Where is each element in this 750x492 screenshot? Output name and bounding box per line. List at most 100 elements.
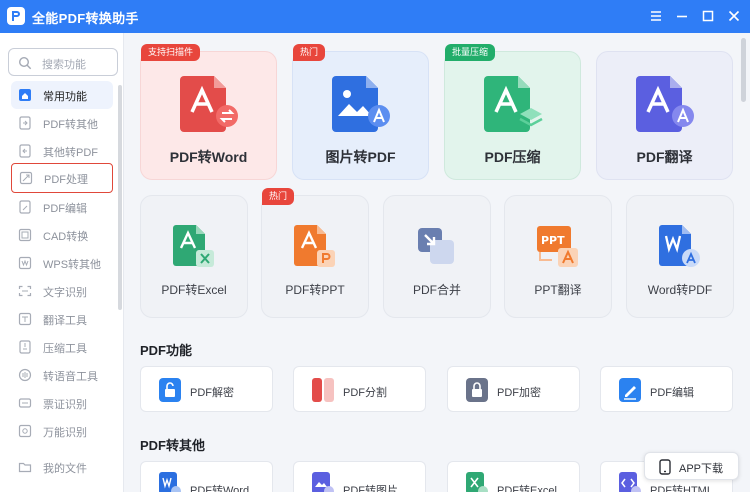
sidebar-item-label: 转语音工具 [43, 371, 98, 383]
title-bar: 全能PDF转换助手 [0, 0, 750, 33]
search-placeholder: 搜索功能 [42, 59, 86, 71]
tag-badge: 支持扫描件 [141, 44, 201, 61]
tag-badge: 热门 [293, 44, 326, 61]
card-label: PDF压缩 [484, 149, 541, 165]
sidebar-item-label: PDF编辑 [43, 203, 87, 215]
search-icon [18, 56, 32, 70]
section-title: PDF转其他 [140, 438, 206, 453]
card-pdf-merge[interactable]: PDF合并 [383, 195, 491, 318]
main-content: 支持扫描件 PDF转Word 热门 图片转PDF 批量压缩 PDF压缩 PDF翻… [125, 33, 750, 492]
pdf-excel-icon [466, 472, 488, 492]
sidebar-item-scan[interactable]: 万能识别 [11, 417, 113, 445]
translate-icon [18, 312, 32, 326]
tool-pdf-to-excel[interactable]: PDF转Excel [447, 461, 580, 492]
card-word-to-pdf[interactable]: Word转PDF [626, 195, 734, 318]
sidebar-item-label: 万能识别 [43, 427, 87, 439]
pdf-html-icon [619, 472, 641, 492]
card-pdf-to-word[interactable]: 支持扫描件 PDF转Word [140, 44, 277, 180]
sidebar-item-pdf-process[interactable]: PDF处理 [11, 163, 113, 193]
word-to-pdf-icon [659, 225, 700, 267]
sidebar-item-label: 票证识别 [43, 399, 87, 411]
tool-label: PDF分割 [343, 387, 387, 399]
pdf-process-icon [19, 171, 33, 185]
tool-label: PDF加密 [497, 387, 541, 399]
tag-badge: 热门 [262, 188, 295, 205]
tool-label: PDF转Excel [497, 485, 557, 492]
card-label: PDF合并 [412, 283, 461, 297]
tag-badge: 批量压缩 [445, 44, 496, 61]
card-label: PDF转Excel [161, 283, 227, 297]
pdf-image-icon [312, 472, 334, 492]
sidebar-item-pdf-to-other[interactable]: PDF转其他 [11, 109, 113, 137]
pdf-to-ppt-icon [294, 225, 335, 267]
wps-icon [18, 256, 32, 270]
tool-pdf-edit[interactable]: PDF编辑 [600, 366, 733, 412]
sidebar-item-other-to-pdf[interactable]: 其他转PDF [11, 137, 113, 165]
tool-label: PDF转HTML [650, 485, 713, 492]
close-icon[interactable] [724, 6, 744, 26]
sidebar-item-pdf-edit[interactable]: PDF编辑 [11, 193, 113, 221]
sidebar-item-voice[interactable]: 转语音工具 [11, 361, 113, 389]
card-label: 图片转PDF [325, 149, 396, 165]
tool-pdf-encrypt[interactable]: PDF加密 [447, 366, 580, 412]
sidebar-item-label: PDF转其他 [43, 119, 98, 131]
tool-pdf-to-image[interactable]: PDF转图片 [293, 461, 426, 492]
sidebar-item-label: CAD转换 [43, 231, 89, 243]
card-image-to-pdf[interactable]: 热门 图片转PDF [292, 44, 429, 180]
folder-icon [18, 462, 32, 473]
pdf-compress-icon [484, 76, 543, 132]
sidebar-item-translate[interactable]: 翻译工具 [11, 305, 113, 333]
sidebar-item-label: 我的文件 [43, 463, 87, 475]
content-scrollbar[interactable] [741, 38, 746, 102]
sidebar-item-ticket[interactable]: 票证识别 [11, 389, 113, 417]
sidebar-item-cad[interactable]: CAD转换 [11, 221, 113, 249]
sidebar-item-label: 翻译工具 [43, 315, 87, 327]
minimize-icon[interactable] [672, 6, 692, 26]
tool-pdf-decrypt[interactable]: PDF解密 [140, 366, 273, 412]
app-download-button[interactable]: APP下载 [644, 452, 739, 480]
pdf-to-word-icon [180, 76, 238, 132]
search-input[interactable]: 搜索功能 [8, 48, 118, 76]
scan-icon [18, 424, 32, 438]
card-label: PDF转PPT [285, 283, 345, 297]
pdf-to-excel-icon [173, 225, 214, 267]
card-label: Word转PDF [647, 283, 713, 297]
ticket-icon [18, 398, 32, 408]
edit-icon [619, 378, 641, 402]
tool-label: PDF转Word [190, 485, 250, 492]
sidebar-item-wps[interactable]: WPS转其他 [11, 249, 113, 277]
sidebar-item-label: WPS转其他 [43, 259, 102, 271]
sidebar-item-common[interactable]: 常用功能 [11, 81, 113, 109]
tool-pdf-split[interactable]: PDF分割 [293, 366, 426, 412]
home-icon [19, 89, 31, 101]
tool-pdf-to-word[interactable]: PDF转Word [140, 461, 273, 492]
sidebar-item-label: 其他转PDF [43, 147, 98, 159]
unlock-icon [159, 378, 181, 402]
card-ppt-translate[interactable]: PPT PPT翻译 [504, 195, 612, 318]
tool-label: PDF解密 [190, 387, 234, 399]
pdf-merge-icon [418, 228, 454, 264]
lock-icon [466, 378, 488, 402]
maximize-icon[interactable] [698, 6, 718, 26]
app-download-label: APP下载 [679, 463, 724, 475]
sidebar: 搜索功能 常用功能 PDF转其他 其他转PDF PDF处理 PDF编辑 CAD转… [0, 33, 124, 492]
cad-icon [18, 228, 32, 242]
card-pdf-to-excel[interactable]: PDF转Excel [140, 195, 248, 318]
phone-icon [659, 459, 671, 475]
card-pdf-to-ppt[interactable]: 热门 PDF转PPT [261, 188, 369, 318]
card-label: PDF翻译 [636, 149, 693, 165]
sidebar-item-compress[interactable]: 压缩工具 [11, 333, 113, 361]
app-title: 全能PDF转换助手 [32, 11, 139, 26]
card-pdf-compress[interactable]: 批量压缩 PDF压缩 [444, 44, 581, 180]
pdf-import-icon [19, 144, 31, 158]
section-title: PDF功能 [140, 343, 193, 358]
sidebar-scrollbar[interactable] [118, 85, 122, 310]
card-pdf-translate[interactable]: PDF翻译 [596, 51, 733, 180]
ppt-translate-icon: PPT [537, 226, 578, 267]
pdf-export-icon [19, 116, 31, 130]
menu-icon[interactable] [646, 6, 666, 26]
sidebar-item-my-files[interactable]: 我的文件 [11, 453, 113, 481]
compress-icon [19, 340, 31, 354]
tool-label: PDF转图片 [343, 485, 398, 492]
sidebar-item-ocr[interactable]: 文字识别 [11, 277, 113, 305]
